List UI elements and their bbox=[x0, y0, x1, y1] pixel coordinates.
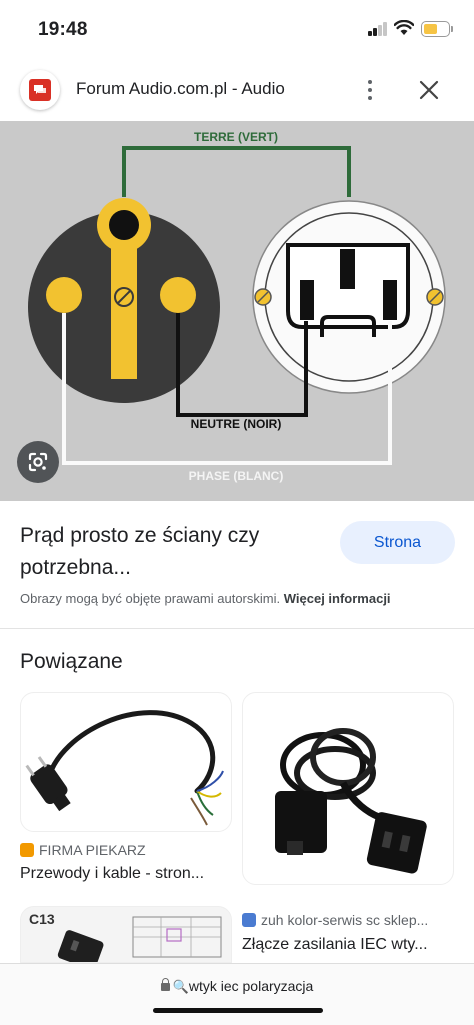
forum-chat-icon[interactable] bbox=[20, 70, 60, 110]
search-icon: 🔍 bbox=[172, 979, 189, 994]
url-text: wtyk iec polaryzacja bbox=[188, 978, 314, 994]
neutral-label: NEUTRE (NOIR) bbox=[191, 417, 282, 431]
status-time: 19:48 bbox=[38, 19, 88, 40]
c13-label: C13 bbox=[29, 911, 55, 927]
copyright-notice: Obrazy mogą być objęte prawami autorskim… bbox=[20, 591, 391, 606]
battery-icon bbox=[421, 21, 450, 37]
firma-piekarz-favicon bbox=[20, 843, 34, 857]
address-bar[interactable]: 🔍wtyk iec polaryzacja bbox=[0, 963, 474, 1025]
related-thumbnail[interactable] bbox=[242, 692, 454, 885]
related-thumbnail[interactable]: C13 bbox=[20, 906, 232, 963]
status-bar: 19:48 bbox=[0, 0, 474, 60]
image-preview[interactable]: TERRE (VERT) NEUTRE (NOIR) PHASE (BLANC) bbox=[0, 121, 474, 501]
signal-icon bbox=[368, 22, 388, 36]
divider bbox=[0, 628, 474, 629]
google-lens-icon[interactable] bbox=[17, 441, 59, 483]
card-caption[interactable]: Przewody i kable - stron... bbox=[20, 865, 204, 883]
close-icon[interactable] bbox=[414, 75, 444, 105]
related-heading: Powiązane bbox=[20, 650, 123, 673]
zuh-kolor-serwis-favicon bbox=[242, 913, 256, 927]
site-name[interactable]: Forum Audio.com.pl - Audio bbox=[76, 79, 285, 99]
ground-label: TERRE (VERT) bbox=[194, 130, 278, 144]
home-indicator[interactable] bbox=[153, 1008, 323, 1013]
card-source: FIRMA PIEKARZ bbox=[20, 842, 146, 858]
more-options-icon[interactable] bbox=[358, 76, 382, 104]
wifi-icon bbox=[394, 20, 414, 35]
phase-label: PHASE (BLANC) bbox=[189, 469, 284, 483]
source-header: Forum Audio.com.pl - Audio bbox=[0, 62, 474, 118]
more-info-link[interactable]: Więcej informacji bbox=[284, 591, 391, 606]
result-title[interactable]: Prąd prosto ze ściany czy potrzebna... bbox=[20, 520, 320, 584]
related-thumbnail[interactable] bbox=[20, 692, 232, 832]
card-caption[interactable]: Złącze zasilania IEC wty... bbox=[242, 936, 428, 954]
visit-site-button[interactable]: Strona bbox=[340, 521, 455, 564]
card-source: zuh kolor-serwis sc sklep... bbox=[242, 912, 428, 928]
lock-icon bbox=[160, 978, 170, 991]
